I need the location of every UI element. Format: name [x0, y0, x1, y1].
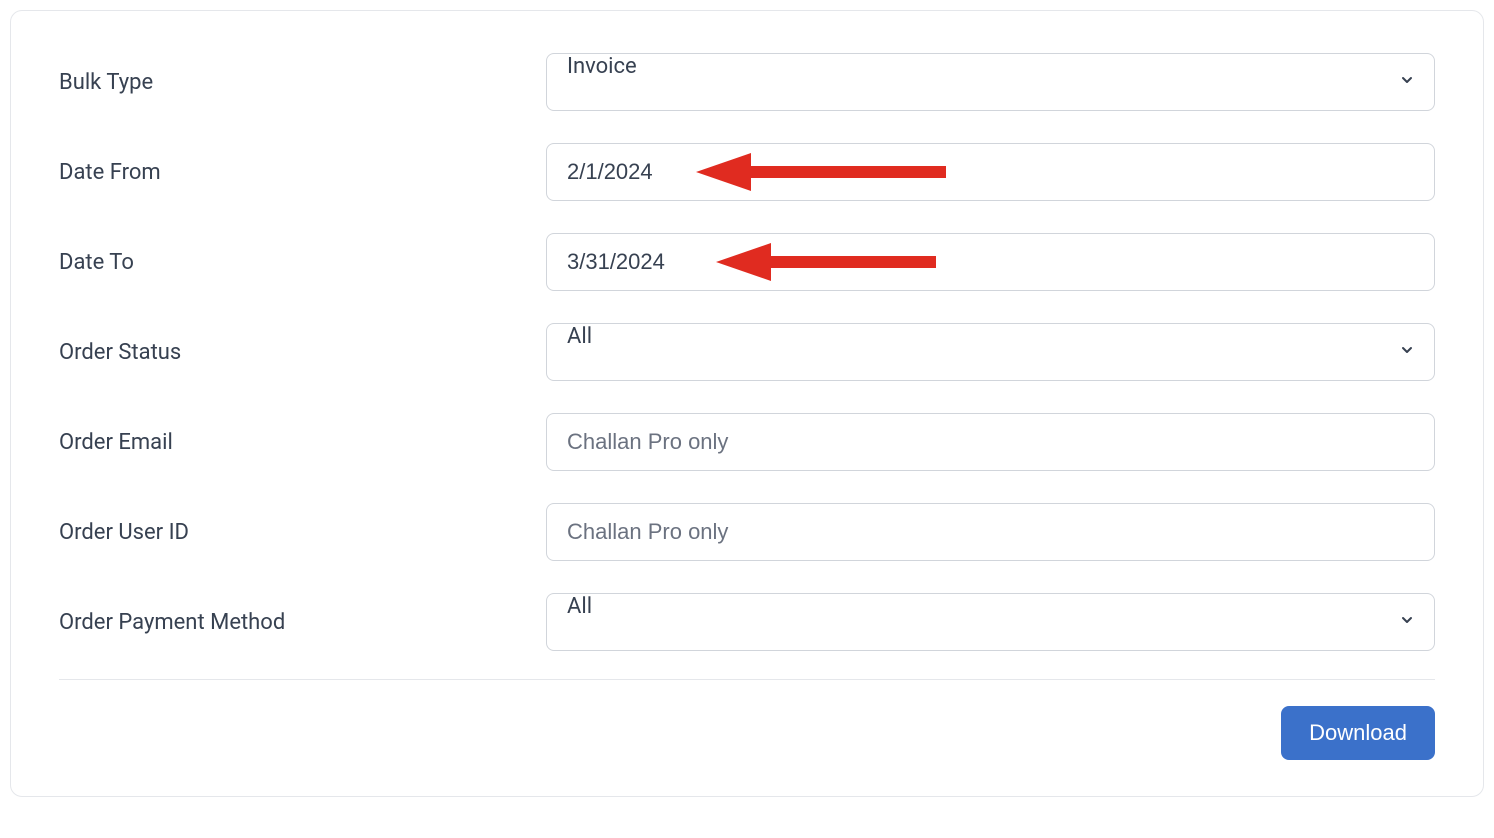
label-date-to: Date To: [59, 250, 546, 275]
input-wrap-date-to: [546, 233, 1435, 291]
row-order-payment-method: Order Payment Method All: [59, 593, 1435, 651]
label-order-payment-method: Order Payment Method: [59, 610, 546, 635]
input-wrap-order-user-id: [546, 503, 1435, 561]
label-order-email: Order Email: [59, 430, 546, 455]
select-bulk-type[interactable]: Invoice: [546, 53, 1435, 111]
row-bulk-type: Bulk Type Invoice: [59, 53, 1435, 111]
select-order-payment-method[interactable]: All: [546, 593, 1435, 651]
row-date-to: Date To: [59, 233, 1435, 291]
input-wrap-date-from: [546, 143, 1435, 201]
input-wrap-order-email: [546, 413, 1435, 471]
form-divider: [59, 679, 1435, 680]
row-date-from: Date From: [59, 143, 1435, 201]
bulk-download-form: Bulk Type Invoice Date From Date To: [10, 10, 1484, 797]
input-date-to[interactable]: [546, 233, 1435, 291]
input-order-email[interactable]: [546, 413, 1435, 471]
select-wrap-order-payment-method: All: [546, 593, 1435, 651]
download-button[interactable]: Download: [1281, 706, 1435, 760]
row-order-email: Order Email: [59, 413, 1435, 471]
label-date-from: Date From: [59, 160, 546, 185]
input-date-from[interactable]: [546, 143, 1435, 201]
select-wrap-order-status: All: [546, 323, 1435, 381]
row-order-status: Order Status All: [59, 323, 1435, 381]
label-order-status: Order Status: [59, 340, 546, 365]
form-footer: Download: [59, 706, 1435, 760]
label-order-user-id: Order User ID: [59, 520, 546, 545]
label-bulk-type: Bulk Type: [59, 70, 546, 95]
select-wrap-bulk-type: Invoice: [546, 53, 1435, 111]
row-order-user-id: Order User ID: [59, 503, 1435, 561]
input-order-user-id[interactable]: [546, 503, 1435, 561]
select-order-status[interactable]: All: [546, 323, 1435, 381]
